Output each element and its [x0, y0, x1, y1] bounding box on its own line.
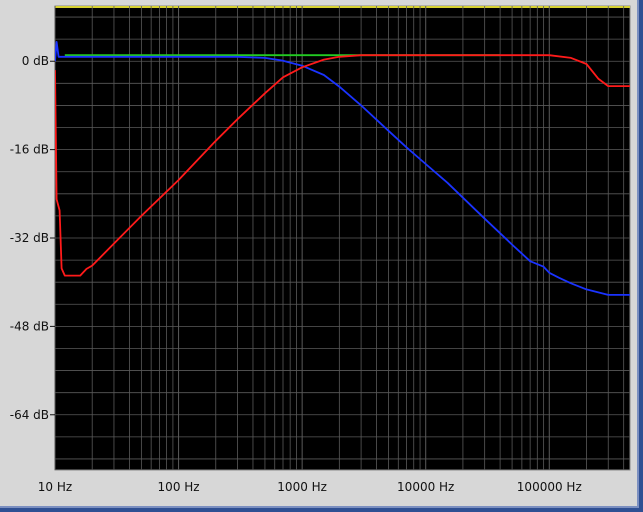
x-tick-label: 100 Hz: [158, 480, 200, 494]
x-tick-label: 100000 Hz: [517, 480, 582, 494]
y-tick-label: 0 dB: [22, 54, 49, 68]
x-tick-label: 1000 Hz: [277, 480, 327, 494]
x-tick-label: 10000 Hz: [397, 480, 454, 494]
x-axis: 10 Hz 100 Hz 1000 Hz 10000 Hz 100000 Hz: [38, 480, 582, 494]
x-tick-label: 10 Hz: [38, 480, 72, 494]
frequency-response-chart: 0 dB -16 dB -32 dB -48 dB -64 dB 10 Hz 100 Hz…: [10, 5, 631, 494]
y-axis: 0 dB -16 dB -32 dB -48 dB -64 dB: [10, 54, 55, 422]
y-tick-label: -64 dB: [10, 408, 49, 422]
plot-window: 0 dB -16 dB -32 dB -48 dB -64 dB 10 Hz 100 Hz…: [0, 0, 639, 508]
y-tick-label: -16 dB: [10, 143, 49, 157]
y-tick-label: -48 dB: [10, 319, 49, 333]
y-tick-label: -32 dB: [10, 231, 49, 245]
